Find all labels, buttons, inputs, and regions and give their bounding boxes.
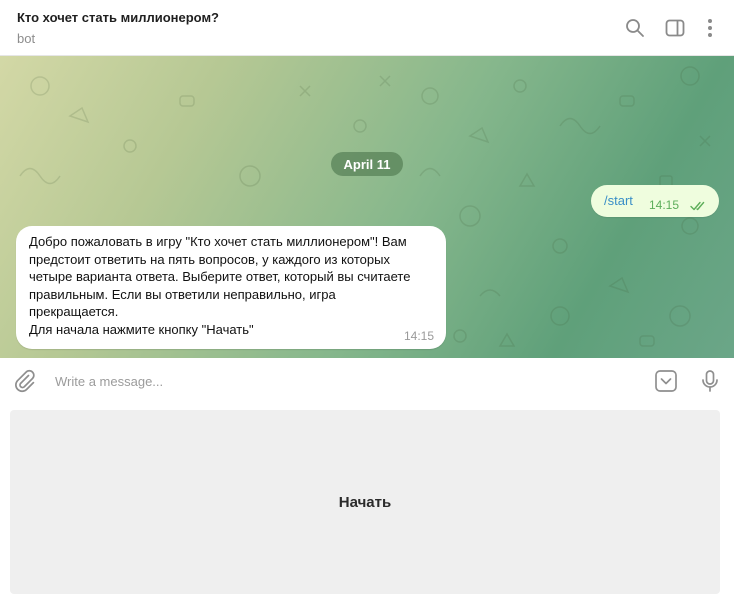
reply-button-start[interactable]: Начать — [10, 410, 720, 594]
message-time: 14:15 — [649, 198, 680, 212]
message-line: четыре варианта ответа. Выберите ответ, … — [29, 269, 411, 285]
more-vertical-icon[interactable] — [698, 16, 722, 40]
attach-icon[interactable] — [12, 369, 36, 398]
message-line: Для начала нажмите кнопку "Начать" — [29, 321, 254, 337]
message-line: прекращается. — [29, 304, 119, 320]
date-separator: April 11 — [331, 152, 403, 176]
message-input[interactable] — [53, 370, 613, 392]
microphone-icon[interactable] — [698, 369, 722, 398]
bot-command-link[interactable]: /start — [604, 193, 633, 208]
sidebar-toggle-icon[interactable] — [663, 16, 687, 40]
chat-header: Кто хочет стать миллионером? bot — [0, 0, 734, 56]
bot-keyboard-icon[interactable] — [654, 369, 678, 398]
message-text: Добро пожаловать в игру "Кто хочет стать… — [29, 233, 439, 339]
chat-title[interactable]: Кто хочет стать миллионером? — [17, 10, 219, 25]
chat-subtitle: bot — [17, 31, 36, 46]
message-time: 14:15 — [403, 329, 434, 343]
message-line: Добро пожаловать в игру "Кто хочет стать… — [29, 234, 407, 249]
telegram-chat-window: Кто хочет стать миллионером? bot April 1… — [0, 0, 734, 600]
bot-reply-keyboard: Начать — [0, 404, 734, 600]
message-composer — [0, 358, 734, 404]
message-line: правильным. Если вы ответили неправильно… — [29, 286, 336, 302]
incoming-message[interactable]: Добро пожаловать в игру "Кто хочет стать… — [16, 226, 446, 349]
search-icon[interactable] — [623, 16, 647, 40]
chat-messages-area[interactable]: April 11 /start 14:15 Добро пожаловать в… — [0, 56, 734, 358]
double-check-icon — [690, 198, 708, 216]
outgoing-message[interactable]: /start 14:15 — [591, 185, 719, 217]
message-line: предстоит ответить на пять вопросов, у к… — [29, 251, 390, 267]
